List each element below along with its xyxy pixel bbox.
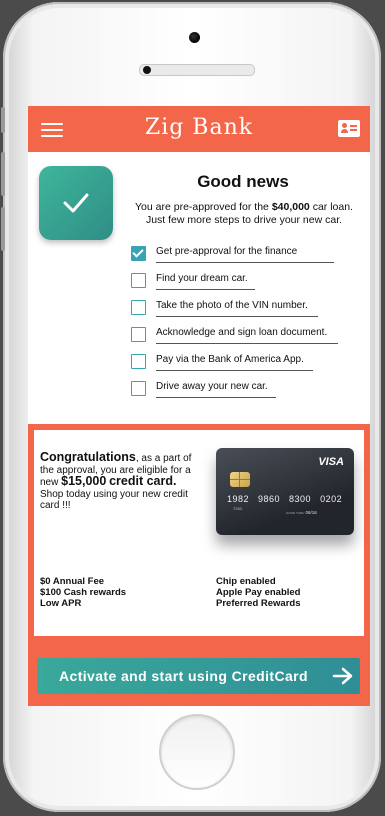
- card-sub-number: 7283: [233, 506, 242, 511]
- step-checkbox[interactable]: [131, 300, 146, 315]
- step-label: Take the photo of the VIN number.: [156, 300, 308, 311]
- chip-icon: [230, 472, 250, 487]
- feature-item: Chip enabled: [216, 576, 276, 587]
- congrats-text-2: Shop today using your new credit card !!…: [40, 488, 188, 512]
- volume-down-button: [1, 207, 5, 251]
- card-exp-label: GOOD THRU: [286, 511, 305, 515]
- card-number: 1982 9860 8300 0202: [227, 494, 343, 504]
- front-camera: [189, 32, 200, 43]
- step-label: Drive away your new car.: [156, 381, 268, 392]
- step-label: Get pre-approval for the finance: [156, 246, 298, 257]
- app-header: Zig Bank: [28, 106, 370, 152]
- features-left-list: $0 Annual Fee $100 Cash rewards Low APR: [40, 576, 126, 609]
- status-heading: Good news: [197, 172, 289, 191]
- visa-logo: VISA: [318, 456, 344, 468]
- congrats-title: Congratulations: [40, 450, 136, 464]
- activate-credit-card-button[interactable]: Activate and start using CreditCard: [37, 658, 360, 694]
- step-label: Acknowledge and sign loan document.: [156, 327, 328, 338]
- credit-card-image: VISA 1982 9860 8300 0202 7283 GOOD THRU …: [216, 448, 354, 535]
- step-checkbox[interactable]: [131, 273, 146, 288]
- volume-up-button: [1, 152, 5, 196]
- app-title: Zig Bank: [144, 115, 254, 140]
- check-icon: [39, 166, 113, 240]
- feature-item: Low APR: [40, 598, 82, 609]
- earpiece-speaker: [139, 64, 255, 76]
- features-right-list: Chip enabled Apple Pay enabled Preferred…: [216, 576, 300, 609]
- step-checkbox[interactable]: [131, 381, 146, 396]
- mute-switch: [1, 107, 5, 133]
- card-limit: $15,000: [61, 474, 107, 488]
- card-expiry: GOOD THRU 06/16: [286, 510, 317, 515]
- phone-frame: Zig Bank Good news You are pre-approved …: [1, 2, 381, 812]
- feature-item: Preferred Rewards: [216, 598, 301, 609]
- preapproval-message: You are pre-approved for the $40,000 car…: [124, 201, 364, 227]
- card-label: credit card.: [109, 474, 177, 488]
- offer-content: Congratulations, as a part of the approv…: [34, 430, 364, 636]
- step-label: Pay via the Bank of America App.: [156, 354, 304, 365]
- congrats-message: Congratulations, as a part of the approv…: [40, 450, 200, 512]
- step-checkbox[interactable]: [131, 246, 146, 261]
- feature-item: Apple Pay enabled: [216, 587, 301, 598]
- card-exp-date: 06/16: [305, 510, 317, 515]
- credit-card-offer: Congratulations, as a part of the approv…: [28, 424, 370, 706]
- step-checkbox[interactable]: [131, 354, 146, 369]
- step-checkbox[interactable]: [131, 327, 146, 342]
- preapproval-line2: Just few more steps to drive your new ca…: [145, 214, 343, 226]
- arrow-right-icon: [332, 667, 353, 685]
- loan-amount: $40,000: [271, 201, 310, 213]
- step-label: Find your dream car.: [156, 273, 248, 284]
- activate-button-label: Activate and start using CreditCard: [59, 668, 308, 684]
- proximity-sensor: [143, 66, 151, 74]
- preapproval-suffix: car loan.: [309, 201, 353, 213]
- contact-card-icon[interactable]: [338, 120, 360, 137]
- home-button[interactable]: [159, 714, 235, 790]
- feature-item: $0 Annual Fee: [40, 576, 105, 587]
- app-screen: Zig Bank Good news You are pre-approved …: [28, 106, 370, 706]
- preapproval-prefix: You are pre-approved for the: [135, 201, 272, 213]
- feature-item: $100 Cash rewards: [40, 587, 127, 598]
